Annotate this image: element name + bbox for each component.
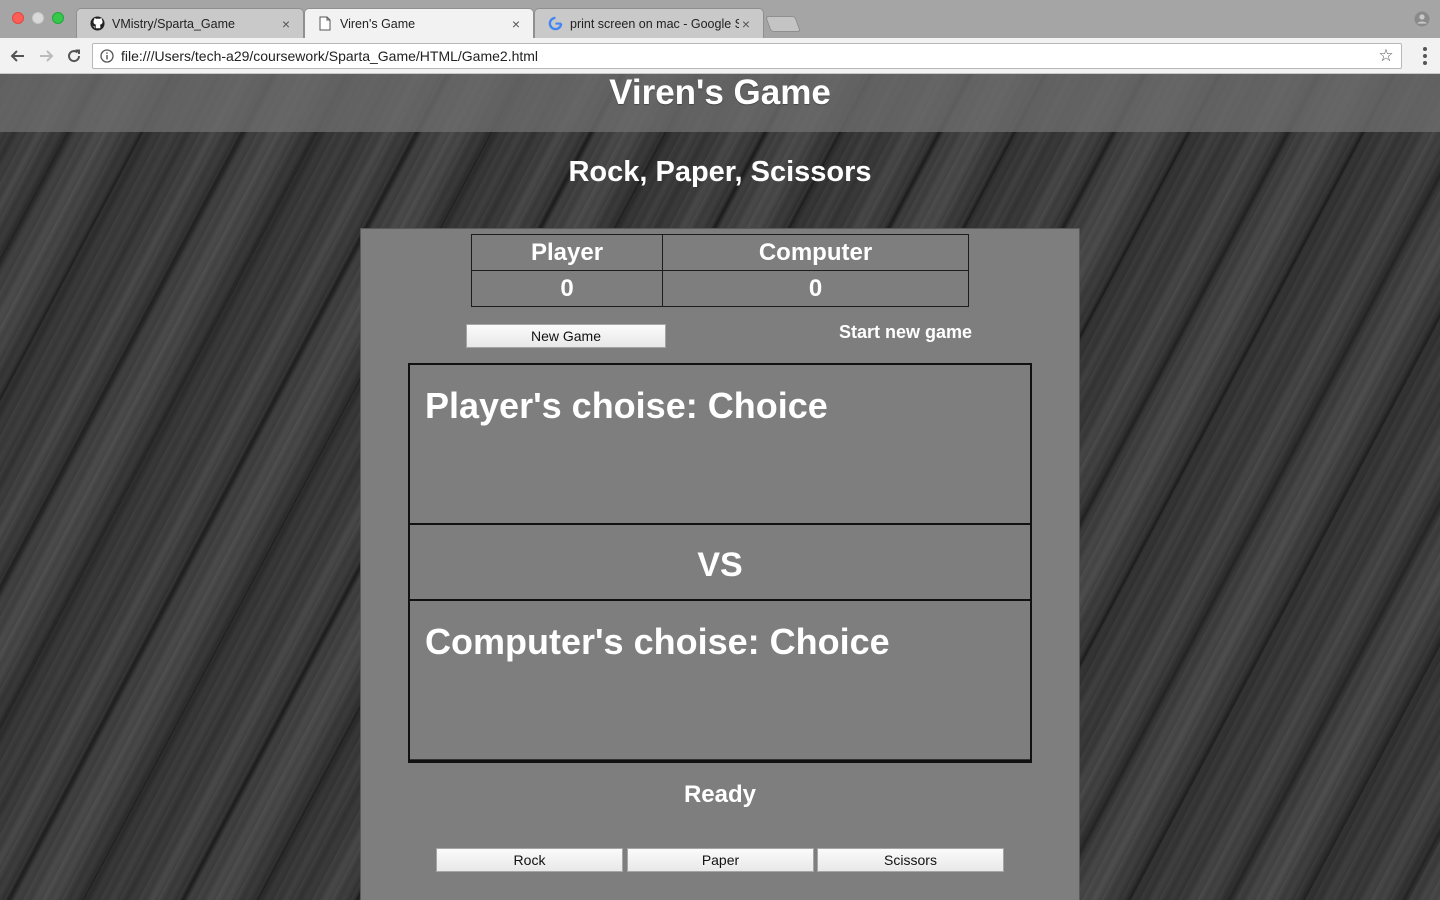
- player-choice-cell: Player's choise: Choice: [410, 365, 1030, 525]
- browser-toolbar: file:///Users/tech-a29/coursework/Sparta…: [0, 38, 1440, 74]
- site-header: Viren's Game: [0, 74, 1440, 132]
- game-subtitle: Rock, Paper, Scissors: [568, 156, 872, 188]
- tab-virens-game[interactable]: Viren's Game ×: [304, 8, 534, 38]
- url-text[interactable]: file:///Users/tech-a29/coursework/Sparta…: [121, 48, 1377, 64]
- tab-title: Viren's Game: [340, 16, 416, 31]
- tab-close-icon[interactable]: ×: [279, 16, 293, 32]
- scoreboard-header-row: Player Computer: [471, 234, 969, 271]
- computer-header: Computer: [662, 234, 969, 271]
- computer-choice-cell: Computer's choise: Choice: [410, 601, 1030, 761]
- info-icon[interactable]: [99, 48, 115, 64]
- game-panel: Player Computer 0 0 New Game Start new g…: [360, 228, 1080, 900]
- window-zoom-button[interactable]: [52, 12, 64, 24]
- computer-score: 0: [662, 270, 969, 307]
- tab-title: VMistry/Sparta_Game: [112, 16, 235, 31]
- computer-choice-text: Computer's choise: Choice: [425, 621, 890, 662]
- page-icon: [317, 16, 333, 32]
- page-title: Viren's Game: [609, 74, 831, 112]
- github-icon: [89, 16, 105, 32]
- choice-board: Player's choise: Choice VS Computer's ch…: [408, 363, 1032, 763]
- tab-google-search[interactable]: print screen on mac - Google S ×: [534, 8, 764, 38]
- scoreboard-score-row: 0 0: [471, 270, 969, 307]
- scissors-button[interactable]: Scissors: [817, 848, 1004, 872]
- paper-button[interactable]: Paper: [627, 848, 814, 872]
- window-close-button[interactable]: [12, 12, 24, 24]
- new-tab-button[interactable]: [765, 16, 801, 32]
- game-status: Ready: [683, 781, 757, 808]
- player-score: 0: [471, 270, 663, 307]
- forward-arrow-icon[interactable]: [36, 46, 56, 66]
- page-viewport: Viren's Game Rock, Paper, Scissors Playe…: [0, 74, 1440, 900]
- tab-title: print screen on mac - Google S: [570, 16, 739, 31]
- address-bar[interactable]: file:///Users/tech-a29/coursework/Sparta…: [92, 43, 1402, 69]
- profile-icon[interactable]: [1414, 11, 1430, 27]
- tab-close-icon[interactable]: ×: [739, 16, 753, 32]
- vs-label: VS: [410, 525, 1030, 601]
- google-icon: [547, 16, 563, 32]
- back-arrow-icon[interactable]: [8, 46, 28, 66]
- tab-github[interactable]: VMistry/Sparta_Game ×: [76, 8, 304, 38]
- player-header: Player: [471, 234, 663, 271]
- window-minimize-button[interactable]: [32, 12, 44, 24]
- new-game-note: Start new game: [839, 322, 973, 342]
- rock-button[interactable]: Rock: [436, 848, 623, 872]
- new-game-button[interactable]: New Game: [466, 324, 666, 348]
- scoreboard: Player Computer 0 0: [471, 234, 969, 307]
- tab-close-icon[interactable]: ×: [509, 16, 523, 32]
- tab-strip: VMistry/Sparta_Game × Viren's Game × pri…: [0, 0, 1440, 38]
- kebab-menu-icon[interactable]: [1422, 47, 1428, 65]
- reload-icon[interactable]: [64, 46, 84, 66]
- player-choice-text: Player's choise: Choice: [425, 385, 828, 426]
- star-icon[interactable]: ☆: [1377, 46, 1395, 66]
- board-divider: [410, 759, 1030, 760]
